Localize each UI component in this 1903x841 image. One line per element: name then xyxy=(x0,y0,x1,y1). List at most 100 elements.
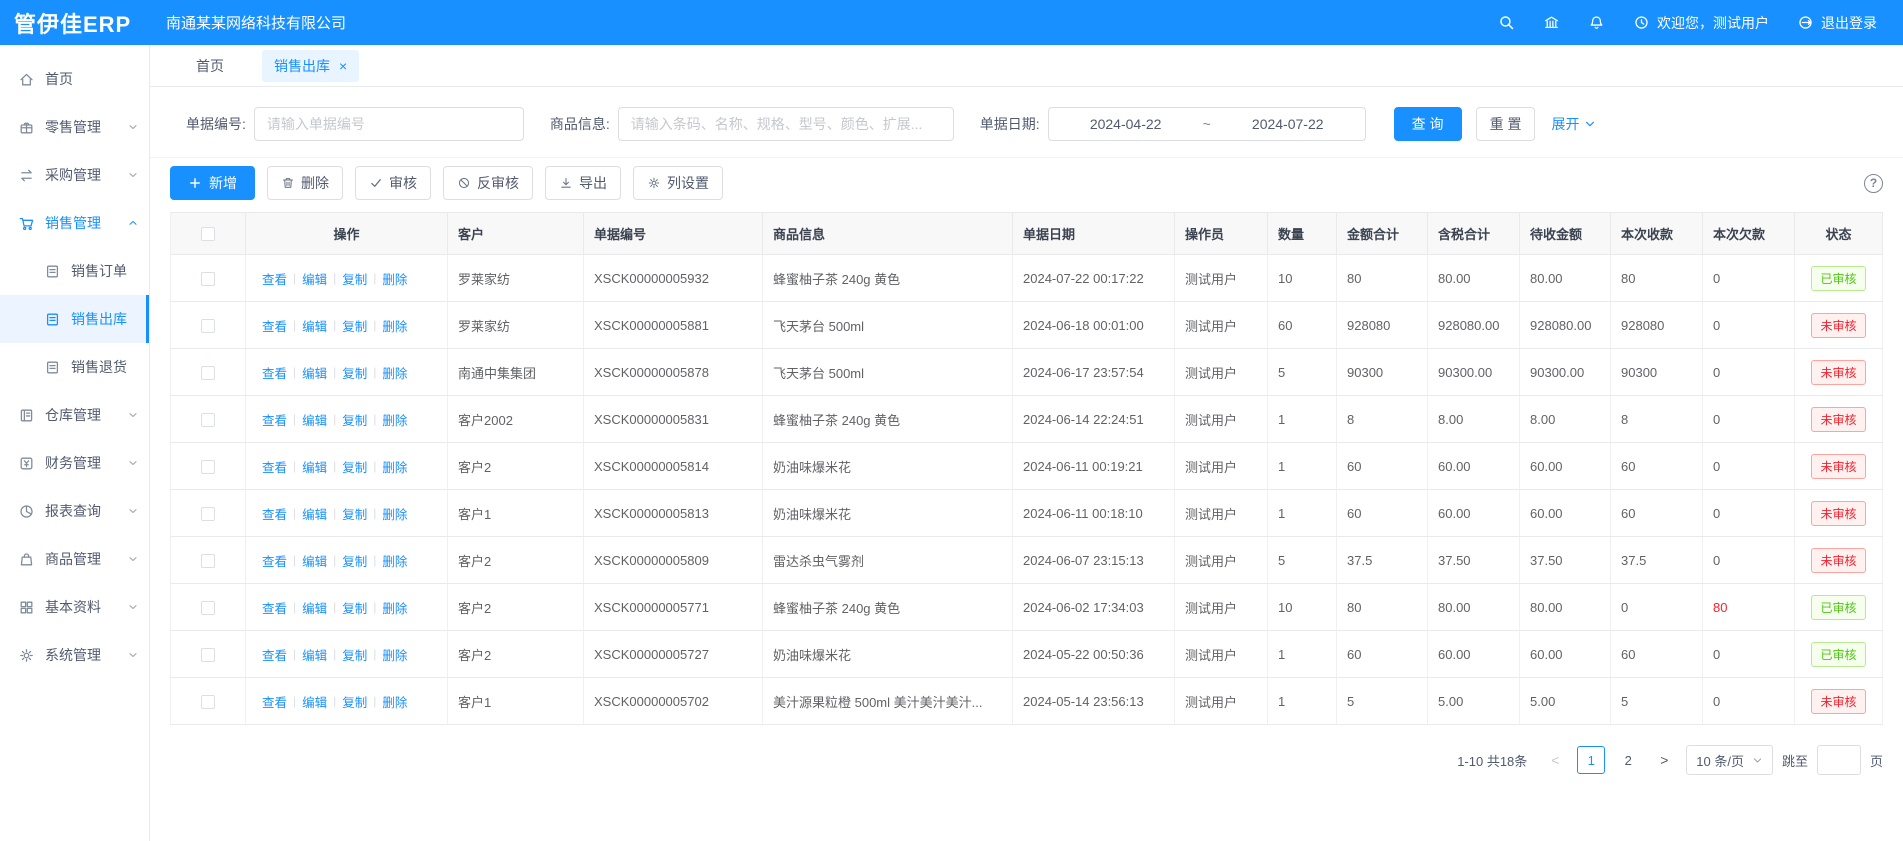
bell-icon[interactable] xyxy=(1588,14,1605,31)
view-link[interactable]: 查看 xyxy=(262,316,287,335)
edit-link[interactable]: 编辑 xyxy=(302,316,327,335)
sidebar-item-reports[interactable]: 报表查询 xyxy=(0,487,149,535)
edit-link[interactable]: 编辑 xyxy=(302,551,327,570)
copy-link[interactable]: 复制 xyxy=(342,598,367,617)
view-link[interactable]: 查看 xyxy=(262,269,287,288)
sidebar-item-finance[interactable]: 财务管理 xyxy=(0,439,149,487)
sidebar-item-warehouse[interactable]: 仓库管理 xyxy=(0,391,149,439)
copy-link[interactable]: 复制 xyxy=(342,316,367,335)
product-input[interactable] xyxy=(618,107,954,141)
edit-link[interactable]: 编辑 xyxy=(302,363,327,382)
delete-link[interactable]: 删除 xyxy=(382,457,407,476)
delete-link[interactable]: 删除 xyxy=(382,504,407,523)
receivable-cell: 928080.00 xyxy=(1520,302,1611,349)
user-welcome[interactable]: 欢迎您，测试用户 xyxy=(1633,13,1769,33)
row-checkbox[interactable] xyxy=(201,319,215,333)
edit-link[interactable]: 编辑 xyxy=(302,410,327,429)
date-from[interactable]: 2024-04-22 xyxy=(1090,116,1162,132)
sidebar-item-sales[interactable]: 销售管理 xyxy=(0,199,149,247)
view-link[interactable]: 查看 xyxy=(262,363,287,382)
jump-page-input[interactable] xyxy=(1817,745,1861,775)
copy-link[interactable]: 复制 xyxy=(342,551,367,570)
prev-page-button[interactable]: < xyxy=(1542,746,1568,774)
view-link[interactable]: 查看 xyxy=(262,504,287,523)
sidebar-item-sales-outbound[interactable]: 销售出库 xyxy=(0,295,149,343)
copy-link[interactable]: 复制 xyxy=(342,692,367,711)
search-icon[interactable] xyxy=(1498,14,1515,31)
view-link[interactable]: 查看 xyxy=(262,645,287,664)
row-checkbox[interactable] xyxy=(201,366,215,380)
delete-link[interactable]: 删除 xyxy=(382,410,407,429)
company-name: 南通某某网络科技有限公司 xyxy=(166,12,346,33)
export-button[interactable]: 导出 xyxy=(545,166,621,200)
row-checkbox[interactable] xyxy=(201,413,215,427)
sidebar-item-purchase[interactable]: 采购管理 xyxy=(0,151,149,199)
sidebar-item-sales-return[interactable]: 销售退货 xyxy=(0,343,149,391)
audit-button[interactable]: 审核 xyxy=(355,166,431,200)
status-badge: 未审核 xyxy=(1811,454,1865,479)
delete-link[interactable]: 删除 xyxy=(382,316,407,335)
delete-link[interactable]: 删除 xyxy=(382,645,407,664)
delete-link[interactable]: 删除 xyxy=(382,551,407,570)
copy-link[interactable]: 复制 xyxy=(342,363,367,382)
reset-button[interactable]: 重 置 xyxy=(1476,107,1536,141)
row-checkbox[interactable] xyxy=(201,460,215,474)
close-icon[interactable]: × xyxy=(339,59,347,73)
copy-link[interactable]: 复制 xyxy=(342,457,367,476)
page-2-button[interactable]: 2 xyxy=(1614,746,1642,774)
unaudit-button[interactable]: 反审核 xyxy=(443,166,533,200)
view-link[interactable]: 查看 xyxy=(262,551,287,570)
doc-no-cell: XSCK00000005932 xyxy=(584,255,763,302)
row-checkbox[interactable] xyxy=(201,695,215,709)
copy-link[interactable]: 复制 xyxy=(342,504,367,523)
delete-link[interactable]: 删除 xyxy=(382,269,407,288)
date-range-picker[interactable]: 2024-04-22 ~ 2024-07-22 xyxy=(1048,107,1366,141)
edit-link[interactable]: 编辑 xyxy=(302,457,327,476)
sidebar-item-basic-data[interactable]: 基本资料 xyxy=(0,583,149,631)
page-1-button[interactable]: 1 xyxy=(1577,746,1605,774)
doc-no-input[interactable] xyxy=(254,107,524,141)
delete-link[interactable]: 删除 xyxy=(382,363,407,382)
logout-button[interactable]: 退出登录 xyxy=(1797,13,1877,33)
amount-cell: 80 xyxy=(1337,584,1428,631)
row-checkbox[interactable] xyxy=(201,554,215,568)
search-button[interactable]: 查 询 xyxy=(1394,107,1462,141)
sidebar-item-system[interactable]: 系统管理 xyxy=(0,631,149,679)
select-all-checkbox[interactable] xyxy=(201,227,215,241)
delete-link[interactable]: 删除 xyxy=(382,692,407,711)
row-checkbox[interactable] xyxy=(201,601,215,615)
edit-link[interactable]: 编辑 xyxy=(302,598,327,617)
delete-button[interactable]: 删除 xyxy=(267,166,343,200)
page-size-select[interactable]: 10 条/页 xyxy=(1686,745,1773,775)
view-link[interactable]: 查看 xyxy=(262,457,287,476)
doc-no-cell: XSCK00000005881 xyxy=(584,302,763,349)
copy-link[interactable]: 复制 xyxy=(342,410,367,429)
delete-link[interactable]: 删除 xyxy=(382,598,407,617)
date-to[interactable]: 2024-07-22 xyxy=(1252,116,1324,132)
expand-toggle[interactable]: 展开 xyxy=(1551,114,1596,134)
copy-link[interactable]: 复制 xyxy=(342,269,367,288)
view-link[interactable]: 查看 xyxy=(262,692,287,711)
row-checkbox[interactable] xyxy=(201,507,215,521)
edit-link[interactable]: 编辑 xyxy=(302,504,327,523)
edit-link[interactable]: 编辑 xyxy=(302,645,327,664)
edit-link[interactable]: 编辑 xyxy=(302,692,327,711)
receivable-cell: 60.00 xyxy=(1520,490,1611,537)
next-page-button[interactable]: > xyxy=(1651,746,1677,774)
help-icon[interactable]: ? xyxy=(1864,174,1883,193)
tab-home[interactable]: 首页 xyxy=(196,56,224,76)
column-settings-button[interactable]: 列设置 xyxy=(633,166,723,200)
sidebar-item-sales-order[interactable]: 销售订单 xyxy=(0,247,149,295)
view-link[interactable]: 查看 xyxy=(262,598,287,617)
view-link[interactable]: 查看 xyxy=(262,410,287,429)
sidebar-item-retail[interactable]: 零售管理 xyxy=(0,103,149,151)
sidebar-item-goods[interactable]: 商品管理 xyxy=(0,535,149,583)
copy-link[interactable]: 复制 xyxy=(342,645,367,664)
sidebar-item-home[interactable]: 首页 xyxy=(0,55,149,103)
row-checkbox[interactable] xyxy=(201,648,215,662)
row-checkbox[interactable] xyxy=(201,272,215,286)
tab-sales-outbound[interactable]: 销售出库 × xyxy=(262,50,359,82)
edit-link[interactable]: 编辑 xyxy=(302,269,327,288)
bank-icon[interactable] xyxy=(1543,14,1560,31)
add-button[interactable]: 新增 xyxy=(170,166,255,200)
